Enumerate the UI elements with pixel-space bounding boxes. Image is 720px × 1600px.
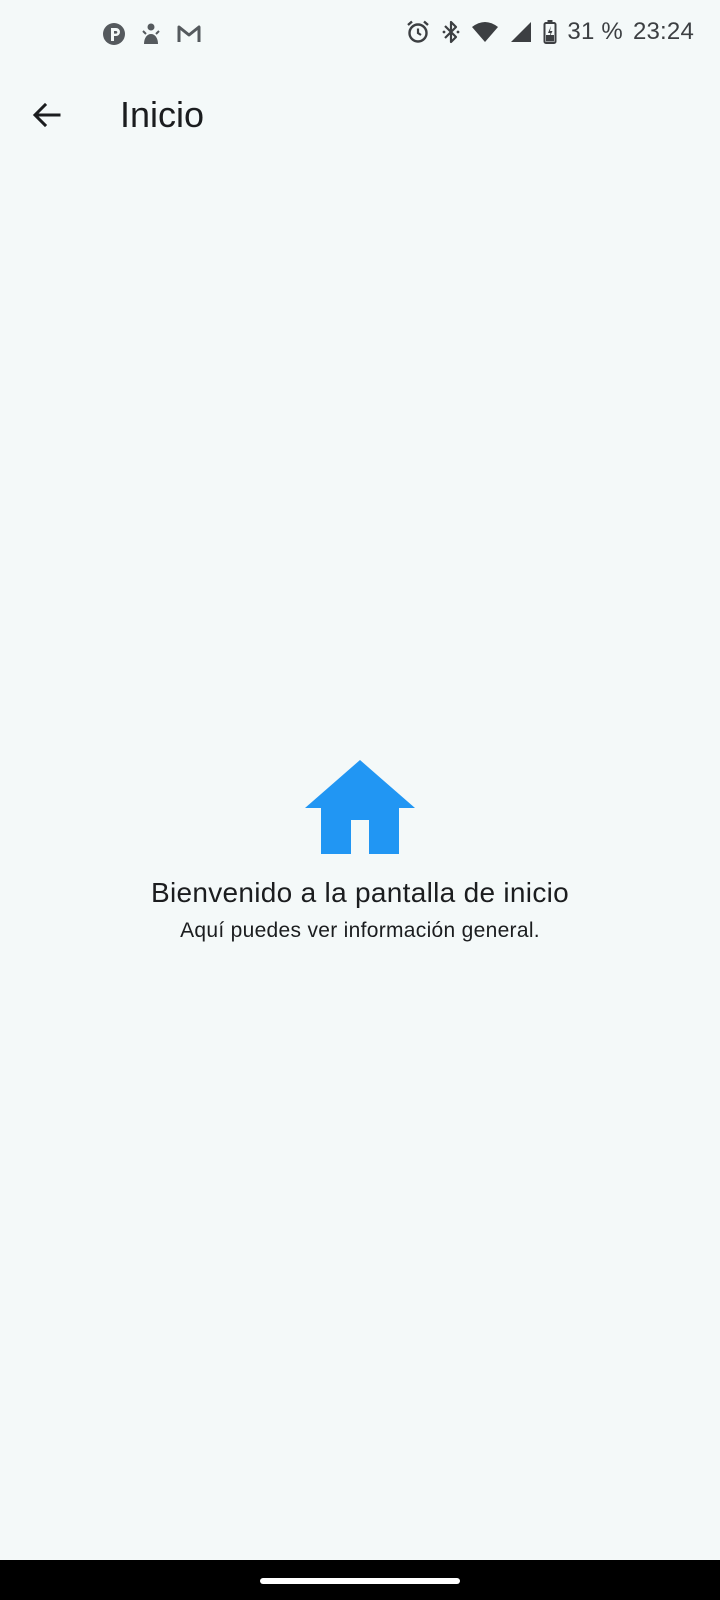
clock: 23:24 [632, 18, 694, 45]
alarm-icon [405, 19, 431, 45]
home-icon [0, 760, 720, 855]
gmail-icon [176, 23, 202, 45]
cell-signal-icon [509, 20, 533, 44]
wifi-icon [471, 20, 499, 44]
home-gesture-handle[interactable] [260, 1578, 460, 1584]
bluetooth-icon [441, 19, 461, 45]
pinterest-like-icon [102, 22, 126, 46]
welcome-title: Bienvenido a la pantalla de inicio [150, 877, 570, 908]
back-button[interactable] [22, 92, 72, 142]
navigation-bar [0, 1560, 720, 1600]
app-bar: Inicio [0, 72, 720, 160]
welcome-section: Bienvenido a la pantalla de inicio Aquí … [0, 760, 720, 943]
notification-icons [102, 22, 202, 46]
system-status: 31 % 23:24 [405, 18, 694, 46]
page-title: Inicio [120, 94, 205, 135]
arrow-back-icon [31, 99, 63, 136]
figure-icon [140, 22, 162, 46]
battery-percentage: 31 % [567, 18, 623, 45]
status-bar: 31 % 23:24 [0, 0, 720, 72]
welcome-subtitle: Aquí puedes ver información general. [180, 919, 540, 942]
battery-charging-icon [543, 19, 557, 45]
